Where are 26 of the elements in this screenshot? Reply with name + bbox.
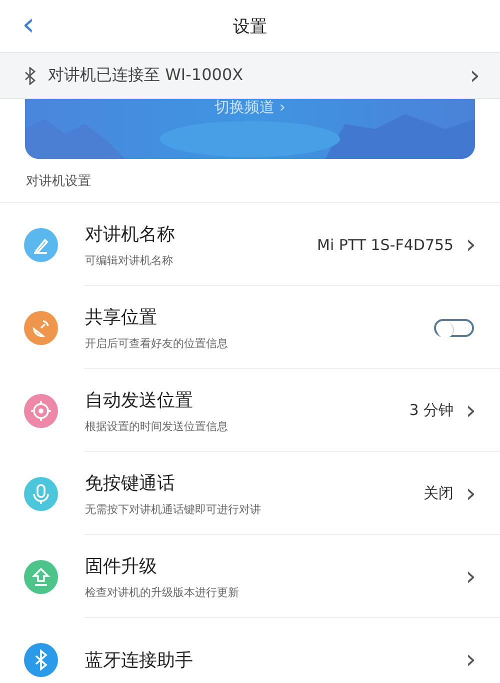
setting-value: Mi PTT 1S-F4D755	[317, 236, 454, 254]
setting-title: 固件升级	[85, 554, 158, 578]
connection-status[interactable]: 对讲机已连接至 WI-1000X	[48, 65, 470, 86]
setting-description: 无需按下对讲机通话键即可进行对讲	[85, 502, 262, 516]
chevron-icon[interactable]: ›	[466, 566, 476, 586]
page-title: 设置	[233, 16, 267, 38]
setting-title: 自动发送位置	[85, 388, 194, 412]
toggle-switch[interactable]	[434, 318, 474, 336]
setting-value: 3 分钟	[409, 401, 454, 420]
chevron-icon[interactable]: ›	[466, 484, 476, 504]
chevron-icon: ›	[470, 60, 480, 90]
chevron-icon[interactable]: ›	[466, 650, 476, 670]
back-button[interactable]: ‹	[22, 8, 35, 40]
bluetooth-icon	[24, 66, 36, 84]
chevron-icon[interactable]: ›	[466, 400, 476, 420]
chevron-icon[interactable]: ›	[466, 234, 476, 254]
setting-value: 关闭	[424, 484, 454, 503]
setting-description: 开启后可查看好友的位置信息	[85, 336, 229, 350]
setting-title: 蓝牙连接助手	[85, 648, 194, 672]
setting-title: 对讲机名称	[85, 222, 176, 246]
setting-description: 根据设置的时间发送位置信息	[85, 418, 229, 434]
setting-description: 可编辑对讲机名称	[85, 252, 174, 268]
setting-title: 共享位置	[85, 306, 158, 328]
section-title: 对讲机设置	[26, 174, 91, 189]
setting-description: 检查对讲机的升级版本进行更新	[85, 584, 240, 600]
setting-title: 免按键通话	[85, 472, 176, 494]
